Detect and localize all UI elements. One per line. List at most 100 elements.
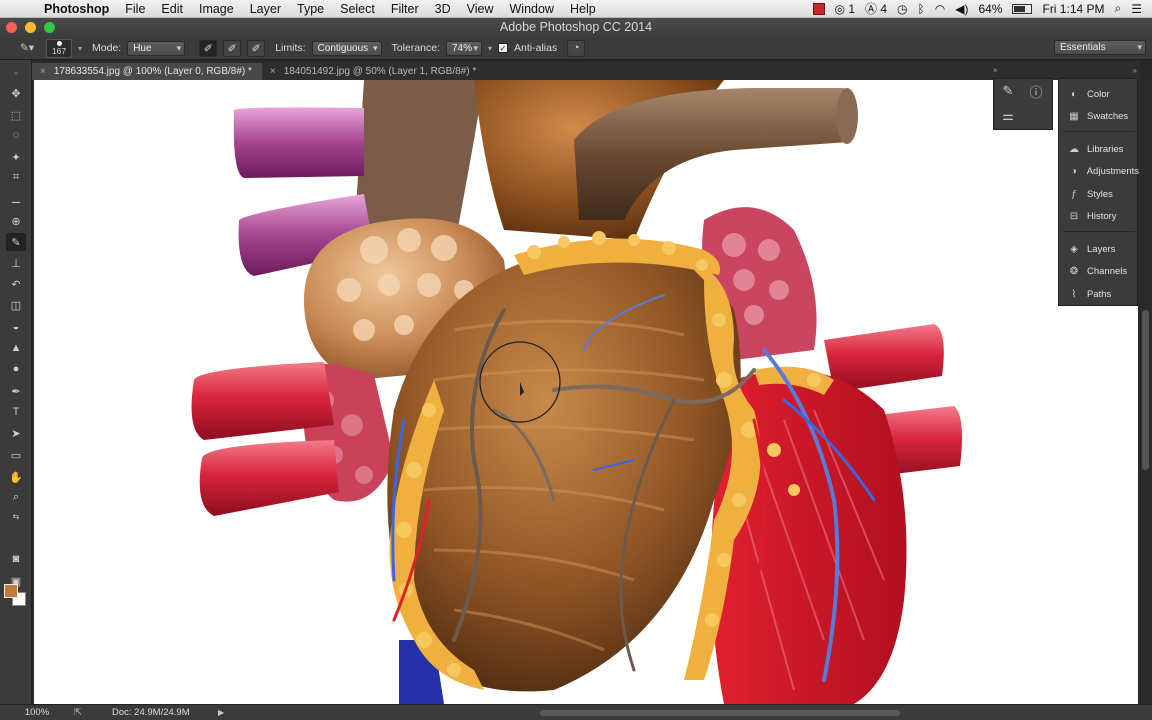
tools-panel: » ✥ ⬚ ◌ ✦ ⌗ ⚊ ⊕ ✎ ⊥ ↶ ◫ ◒ ▲ ● ✒ T ➤ ▭ ✋ … [0, 60, 32, 704]
panel-history[interactable]: ⊟ History [1059, 205, 1139, 227]
panel-libraries[interactable]: ☁ Libraries [1059, 138, 1139, 160]
menu-photoshop[interactable]: Photoshop [36, 2, 117, 16]
brush-preset-arrow-icon[interactable]: ▾ [78, 44, 82, 53]
hand-tool-icon[interactable]: ✋ [6, 468, 26, 486]
marquee-tool-icon[interactable]: ⬚ [6, 106, 26, 124]
time-machine-icon[interactable]: ◷ [897, 2, 907, 16]
menu-bar-status: ◎ 1 Ⓐ 4 ◷ ᛒ ◠ ◀) 64% Fri 1:14 PM ⌕ ☰ [812, 0, 1152, 17]
wifi-icon[interactable]: ◠ [935, 2, 945, 16]
menu-type[interactable]: Type [289, 2, 332, 16]
horizontal-scrollbar-thumb[interactable] [540, 710, 900, 716]
panel-adjustments[interactable]: ◑ Adjustments [1059, 160, 1139, 182]
panel-color[interactable]: ◐ Color [1059, 83, 1139, 105]
menu-window[interactable]: Window [502, 2, 562, 16]
move-tool-icon[interactable]: ✥ [6, 84, 26, 102]
panel-paths[interactable]: ⌇ Paths [1059, 283, 1139, 305]
libraries-cloud-icon: ☁ [1069, 143, 1079, 155]
antialias-checkbox[interactable]: ✓ [498, 43, 509, 53]
foreground-color-swatch[interactable] [4, 584, 18, 598]
clone-stamp-tool-icon[interactable]: ⊥ [6, 254, 26, 272]
vertical-scrollbar[interactable] [1139, 80, 1152, 704]
menu-edit[interactable]: Edit [153, 2, 191, 16]
menu-3d[interactable]: 3D [427, 2, 459, 16]
menu-filter[interactable]: Filter [383, 2, 427, 16]
panel-channels[interactable]: ❂ Channels [1059, 260, 1139, 282]
toolbar-collapse-icon[interactable]: » [6, 64, 26, 82]
panel-label: Paths [1087, 288, 1112, 300]
pen-tool-icon[interactable]: ✒ [6, 382, 26, 400]
close-tab-icon[interactable]: × [40, 66, 46, 77]
clock[interactable]: Fri 1:14 PM [1042, 2, 1104, 16]
adjustments-panel-icon[interactable]: ⚌ [994, 104, 1022, 128]
volume-icon[interactable]: ◀) [955, 2, 968, 16]
panel-collapse-icon[interactable]: » [1133, 66, 1137, 78]
color-replacement-tool-icon[interactable]: ✎ [6, 233, 26, 251]
zoom-level[interactable]: 100% [0, 707, 74, 718]
battery-icon[interactable] [1012, 3, 1033, 14]
panel-list: ◐ Color ▦ Swatches ☁ Libraries ◑ Adjustm… [1058, 78, 1139, 306]
panel-swatches[interactable]: ▦ Swatches [1059, 105, 1139, 127]
mode-select[interactable]: Hue [127, 40, 186, 56]
eraser-tool-icon[interactable]: ◫ [6, 296, 26, 314]
notification-center-icon[interactable]: ☰ [1131, 2, 1142, 16]
menu-layer[interactable]: Layer [242, 2, 289, 16]
close-tab-icon[interactable]: × [270, 66, 276, 77]
sampling-continuous-icon[interactable]: ✐ [199, 39, 218, 57]
menu-file[interactable]: File [117, 2, 153, 16]
battery-percent[interactable]: 64% [978, 2, 1002, 16]
limits-label: Limits: [275, 42, 306, 54]
panel-separator [1063, 131, 1135, 132]
eyedropper-tool-icon[interactable]: ⚊ [6, 190, 26, 208]
sampling-background-icon[interactable]: ✐ [247, 39, 266, 57]
menu-help[interactable]: Help [562, 2, 604, 16]
bluetooth-icon[interactable]: ᛒ [918, 2, 925, 16]
zoom-tool-icon[interactable]: ⌕ [6, 488, 26, 506]
tab-document-1[interactable]: × 178633554.jpg @ 100% (Layer 0, RGB/8#)… [32, 63, 262, 80]
brush-presets-icon[interactable]: ✎ [994, 79, 1022, 103]
sampling-once-icon[interactable]: ✐ [223, 39, 242, 57]
path-selection-tool-icon[interactable]: ➤ [6, 424, 26, 442]
rectangle-tool-icon[interactable]: ▭ [6, 446, 26, 464]
crop-tool-icon[interactable]: ⌗ [6, 168, 26, 186]
default-colors-icon[interactable]: ⇆ [6, 507, 26, 525]
tab-document-2[interactable]: × 184051492.jpg @ 50% (Layer 1, RGB/8#) … [262, 63, 486, 80]
record-icon[interactable] [812, 2, 825, 15]
panel-styles[interactable]: ƒ Styles [1059, 183, 1139, 205]
spotlight-search-icon[interactable]: ⌕ [1115, 1, 1122, 16]
tool-preset-picker-icon[interactable]: ✎▾ [14, 40, 40, 56]
minimize-window-button[interactable] [25, 22, 36, 33]
type-tool-icon[interactable]: T [6, 403, 26, 421]
lasso-tool-icon[interactable]: ◌ [6, 126, 26, 144]
dodge-tool-icon[interactable]: ● [6, 360, 26, 378]
menu-image[interactable]: Image [191, 2, 242, 16]
panel-icon-strip: ✎ ⓘ ⚌ [993, 78, 1053, 130]
healing-brush-tool-icon[interactable]: ⊕ [6, 212, 26, 230]
adobe-icon[interactable]: Ⓐ 4 [865, 0, 887, 17]
vertical-scrollbar-thumb[interactable] [1142, 310, 1149, 470]
document-canvas[interactable] [34, 80, 1138, 704]
menu-select[interactable]: Select [332, 2, 383, 16]
paint-bucket-tool-icon[interactable]: ◒ [6, 318, 26, 336]
quick-mask-icon[interactable]: ◙ [6, 550, 26, 568]
creative-cloud-icon[interactable]: ◎ 1 [835, 2, 856, 16]
close-window-button[interactable] [6, 22, 17, 33]
share-icon[interactable]: ⇱ [74, 707, 90, 718]
limits-select[interactable]: Contiguous [311, 40, 382, 56]
info-icon[interactable]: ⓘ [1022, 79, 1050, 103]
brush-preset-picker[interactable]: 167 [46, 38, 72, 58]
blur-tool-icon[interactable]: ▲ [6, 339, 26, 357]
history-icon: ⊟ [1069, 210, 1079, 222]
workspace-switcher[interactable]: Essentials [1054, 40, 1146, 55]
cc-count: 1 [848, 1, 856, 16]
tolerance-input[interactable]: 74% [446, 40, 482, 56]
tablet-pressure-icon[interactable]: ◔ [567, 39, 586, 57]
tolerance-slider-arrow-icon[interactable]: ▾ [488, 44, 492, 53]
history-brush-tool-icon[interactable]: ↶ [6, 275, 26, 293]
status-menu-arrow-icon[interactable]: ▶ [218, 708, 224, 717]
panel-dock-header: × » [993, 66, 1137, 78]
menu-view[interactable]: View [459, 2, 502, 16]
panel-layers[interactable]: ◈ Layers [1059, 238, 1139, 260]
panel-close-icon[interactable]: × [993, 66, 998, 78]
quick-selection-tool-icon[interactable]: ✦ [6, 148, 26, 166]
zoom-window-button[interactable] [44, 22, 55, 33]
